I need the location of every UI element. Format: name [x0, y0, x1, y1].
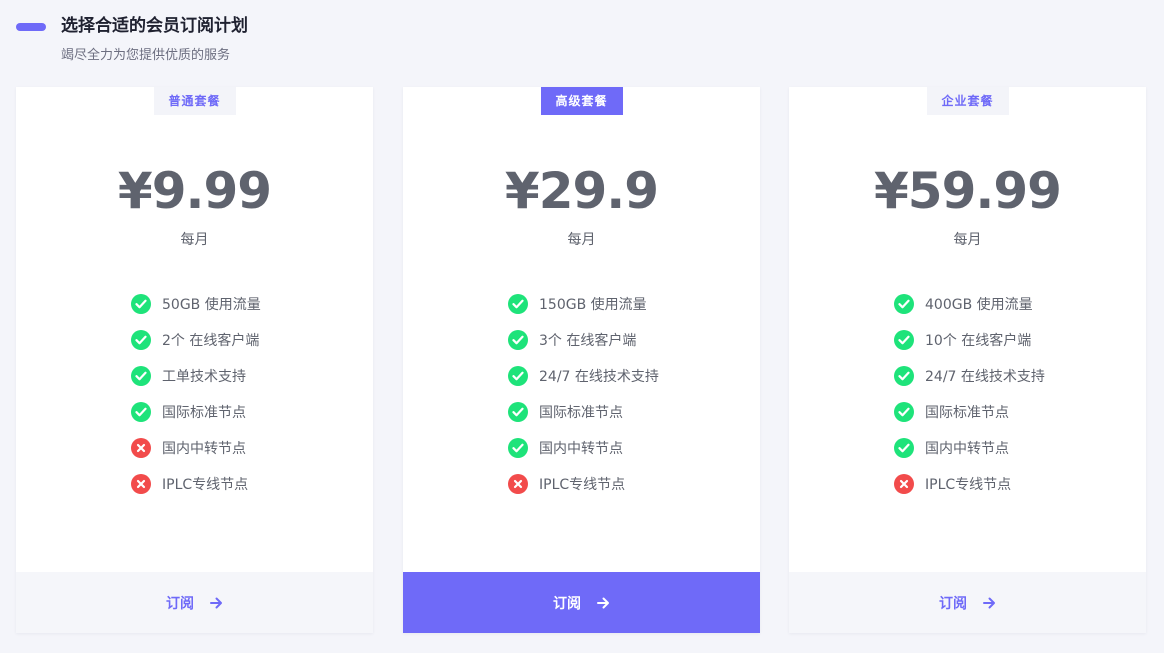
subscribe-button[interactable]: 订阅 [789, 572, 1146, 633]
arrow-right-icon [210, 597, 223, 609]
cross-circle-icon [894, 474, 914, 494]
plan-period: 每月 [953, 232, 982, 248]
subscribe-button[interactable]: 订阅 [403, 572, 760, 633]
arrow-right-icon [983, 597, 996, 609]
cross-circle-icon [131, 474, 151, 494]
feature-text: 3个 在线客户端 [539, 333, 637, 349]
feature-text: IPLC专线节点 [162, 477, 249, 493]
feature-item: 工单技术支持 [131, 365, 246, 387]
feature-text: 24/7 在线技术支持 [539, 369, 659, 385]
check-circle-icon [894, 330, 914, 350]
page-title: 选择合适的会员订阅计划 [61, 16, 248, 36]
feature-text: 150GB 使用流量 [539, 297, 647, 313]
plan-badge: 高级套餐 [540, 87, 623, 115]
feature-item: 国际标准节点 [894, 401, 1009, 423]
feature-item: 24/7 在线技术支持 [894, 365, 1045, 387]
plan-badge: 普通套餐 [153, 87, 236, 115]
subscribe-label: 订阅 [553, 595, 581, 612]
plan-price: ¥59.99 [874, 162, 1062, 220]
subscribe-button[interactable]: 订阅 [16, 572, 373, 633]
feature-item: 3个 在线客户端 [508, 329, 636, 351]
feature-text: 50GB 使用流量 [162, 297, 261, 313]
page-subtitle: 竭尽全力为您提供优质的服务 [61, 48, 231, 63]
check-circle-icon [508, 438, 528, 458]
check-circle-icon [508, 294, 528, 314]
feature-item: 400GB 使用流量 [894, 293, 1033, 315]
feature-item: 国内中转节点 [508, 437, 623, 459]
feature-item: 150GB 使用流量 [508, 293, 647, 315]
cross-circle-icon [508, 474, 528, 494]
check-circle-icon [508, 366, 528, 386]
feature-text: 工单技术支持 [162, 369, 246, 385]
feature-text: 国际标准节点 [925, 405, 1009, 421]
feature-item: 国内中转节点 [894, 437, 1009, 459]
feature-text: 国内中转节点 [925, 441, 1009, 457]
check-circle-icon [131, 366, 151, 386]
feature-text: 24/7 在线技术支持 [925, 369, 1045, 385]
feature-item: 10个 在线客户端 [894, 329, 1031, 351]
feature-item: IPLC专线节点 [131, 473, 248, 495]
check-circle-icon [894, 402, 914, 422]
check-circle-icon [894, 438, 914, 458]
feature-text: 国内中转节点 [539, 441, 623, 457]
feature-text: 10个 在线客户端 [925, 333, 1032, 349]
check-circle-icon [508, 402, 528, 422]
plan-period: 每月 [567, 232, 596, 248]
feature-text: 国内中转节点 [162, 441, 246, 457]
feature-item: IPLC专线节点 [508, 473, 625, 495]
feature-item: 24/7 在线技术支持 [508, 365, 659, 387]
check-circle-icon [131, 402, 151, 422]
plan-card-basic: 普通套餐 ¥9.99 每月 50GB 使用流量 2个 在线客户端 工单技术支持 国际标… [16, 87, 373, 633]
subscribe-label: 订阅 [166, 595, 194, 612]
plan-period: 每月 [180, 232, 209, 248]
feature-text: 2个 在线客户端 [162, 333, 260, 349]
plan-card-enterprise: 企业套餐 ¥59.99 每月 400GB 使用流量 10个 在线客户端 24/7 在… [789, 87, 1146, 633]
plan-badge: 企业套餐 [926, 87, 1009, 115]
feature-text: 国际标准节点 [539, 405, 623, 421]
feature-item: 50GB 使用流量 [131, 293, 261, 315]
feature-text: 国际标准节点 [162, 405, 246, 421]
feature-text: IPLC专线节点 [539, 477, 626, 493]
plan-price: ¥9.99 [117, 162, 272, 220]
subscribe-label: 订阅 [939, 595, 967, 612]
feature-item: 国内中转节点 [131, 437, 246, 459]
check-circle-icon [131, 294, 151, 314]
feature-text: IPLC专线节点 [925, 477, 1012, 493]
check-circle-icon [894, 294, 914, 314]
header-accent-bar [16, 23, 46, 31]
feature-item: IPLC专线节点 [894, 473, 1011, 495]
check-circle-icon [508, 330, 528, 350]
cross-circle-icon [131, 438, 151, 458]
check-circle-icon [894, 366, 914, 386]
check-circle-icon [131, 330, 151, 350]
arrow-right-icon [597, 597, 610, 609]
plan-price: ¥29.9 [504, 162, 659, 220]
feature-item: 国际标准节点 [508, 401, 623, 423]
feature-item: 国际标准节点 [131, 401, 246, 423]
plan-card-advanced: 高级套餐 ¥29.9 每月 150GB 使用流量 3个 在线客户端 24/7 在线技… [403, 87, 760, 633]
feature-text: 400GB 使用流量 [925, 297, 1033, 313]
feature-item: 2个 在线客户端 [131, 329, 259, 351]
